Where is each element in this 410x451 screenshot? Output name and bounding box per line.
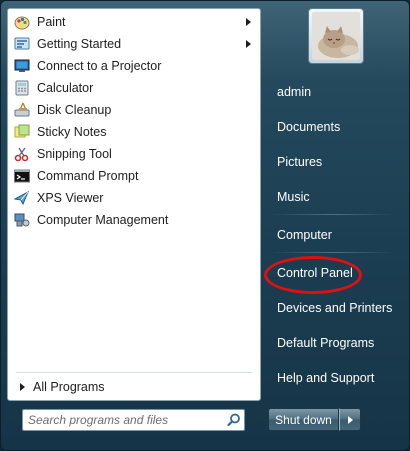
shutdown-button[interactable]: Shut down [268,408,339,431]
program-label: Connect to a Projector [37,59,162,73]
shutdown-options-button[interactable] [339,408,361,431]
user-avatar[interactable] [308,8,364,64]
command-prompt-icon [14,168,30,184]
program-label: Computer Management [37,213,169,227]
search-input[interactable] [23,411,224,429]
program-item-getting-started[interactable]: Getting Started [8,33,260,55]
control-panel-link[interactable]: Control Panel [269,260,397,286]
separator [271,252,395,253]
program-item-computer-management[interactable]: Computer Management [8,209,260,231]
search-icon[interactable] [224,410,244,430]
divider [16,372,252,373]
snipping-tool-icon [14,146,30,162]
computer-link[interactable]: Computer [269,222,397,248]
program-label: Command Prompt [37,169,139,183]
kitten-avatar-icon [312,12,360,60]
submenu-arrow-icon[interactable] [246,18,251,26]
submenu-arrow-icon[interactable] [246,40,251,48]
program-item-paint[interactable]: Paint [8,11,260,33]
triangle-right-icon [20,383,25,391]
separator [271,214,395,215]
program-label: XPS Viewer [37,191,104,205]
triangle-right-icon [347,415,353,424]
pictures-link[interactable]: Pictures [269,149,397,175]
program-label: Paint [37,15,66,29]
calculator-icon [14,80,30,96]
program-item-xps-viewer[interactable]: XPS Viewer [8,187,260,209]
projector-icon [14,58,30,74]
program-label: Snipping Tool [37,147,112,161]
program-item-calculator[interactable]: Calculator [8,77,260,99]
all-programs-label: All Programs [33,380,105,394]
disk-cleanup-icon [14,102,30,118]
program-item-sticky-notes[interactable]: Sticky Notes [8,121,260,143]
documents-link[interactable]: Documents [269,114,397,140]
programs-panel: Paint Getting Started Connect to a Proje… [7,8,261,401]
user-folder-link[interactable]: admin [269,79,397,105]
program-list: Paint Getting Started Connect to a Proje… [8,11,260,231]
music-link[interactable]: Music [269,184,397,210]
start-menu: Paint Getting Started Connect to a Proje… [0,0,410,451]
program-item-snipping-tool[interactable]: Snipping Tool [8,143,260,165]
computer-management-icon [14,212,30,228]
program-label: Disk Cleanup [37,103,112,117]
sticky-notes-icon [14,124,30,140]
default-programs-link[interactable]: Default Programs [269,330,397,356]
program-label: Calculator [37,81,94,95]
xps-viewer-icon [14,190,30,206]
help-support-link[interactable]: Help and Support [269,365,397,391]
paint-icon [14,14,30,30]
program-label: Getting Started [37,37,122,51]
search-box[interactable] [22,409,245,431]
all-programs-button[interactable]: All Programs [14,375,254,399]
program-item-connect-projector[interactable]: Connect to a Projector [8,55,260,77]
program-label: Sticky Notes [37,125,107,139]
shutdown-group: Shut down [268,408,361,431]
devices-printers-link[interactable]: Devices and Printers [269,295,397,321]
getting-started-icon [14,36,30,52]
program-item-disk-cleanup[interactable]: Disk Cleanup [8,99,260,121]
program-item-command-prompt[interactable]: Command Prompt [8,165,260,187]
